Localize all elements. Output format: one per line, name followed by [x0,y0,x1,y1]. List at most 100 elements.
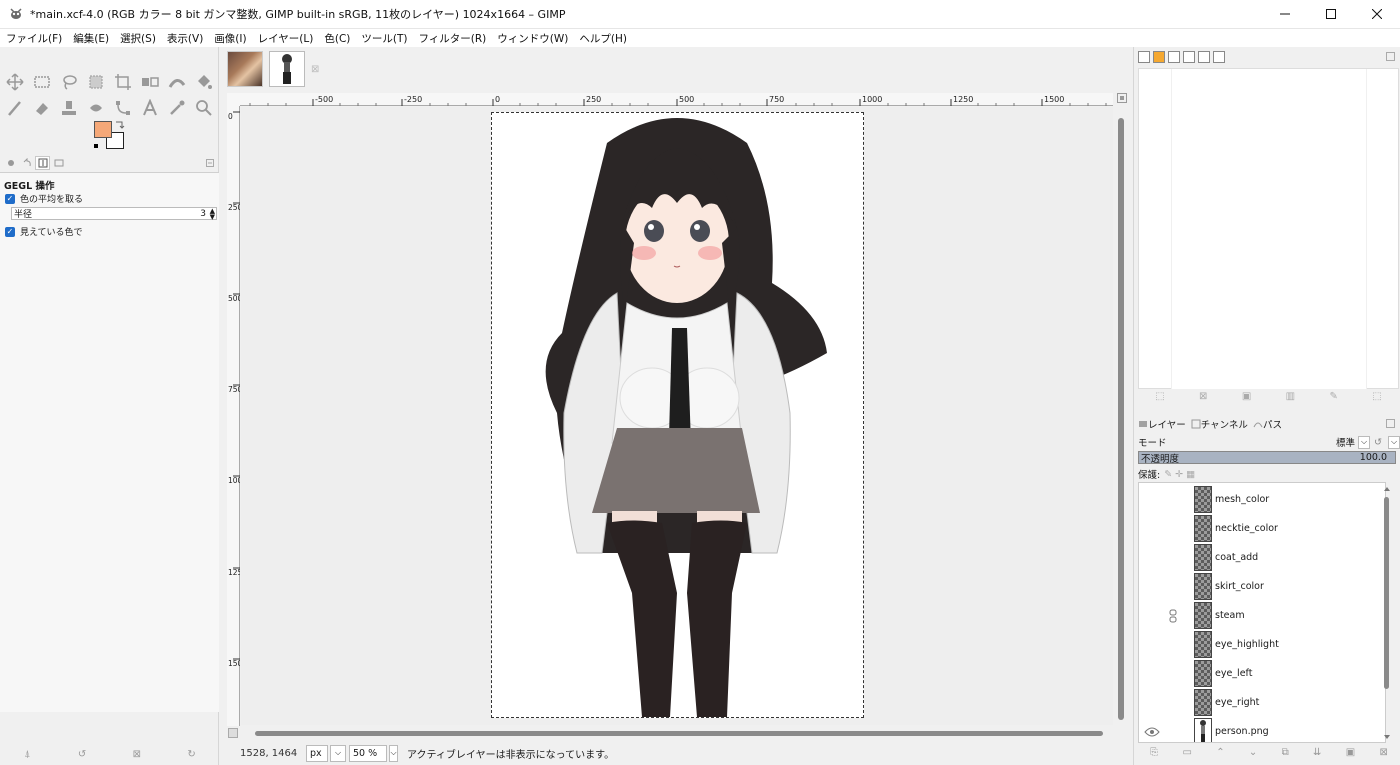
close-image-icon[interactable]: ⊠ [311,64,319,75]
new-layer-group-icon[interactable]: ▭ [1182,747,1191,763]
average-color-checkbox[interactable]: ✓ [5,193,15,204]
images-tab[interactable] [51,156,66,170]
reset-mode-icon[interactable]: ↺ [1374,437,1382,448]
tool-options-tab[interactable] [35,156,50,170]
fuzzy-select-tool[interactable] [85,71,107,93]
tab-paths[interactable]: パス [1263,417,1282,431]
visibility-toggle[interactable] [1144,697,1160,709]
visibility-toggle[interactable] [1144,523,1160,535]
unit-dropdown[interactable]: ⌵ [330,744,346,762]
lock-alpha-icon[interactable]: ▦ [1186,469,1195,480]
delete-options-icon[interactable]: ⊠ [131,748,143,760]
reset-colors-icon[interactable] [94,144,100,150]
layer-row[interactable]: mesh_color [1139,485,1385,514]
horizontal-scrollbar[interactable] [255,731,1103,736]
layer-thumbnail[interactable] [1194,689,1212,716]
sample-merged-option[interactable]: ✓ 見えている色で [5,225,83,238]
merge-layer-icon[interactable]: ⇊ [1313,747,1321,763]
delete-layer-icon[interactable]: ⊠ [1379,747,1387,763]
visibility-toggle[interactable] [1144,610,1160,622]
mask-icon[interactable]: ▣ [1346,747,1355,763]
scroll-down-icon[interactable] [1383,733,1391,741]
menu-windows[interactable]: ウィンドウ(W) [497,31,568,46]
smudge-tool[interactable] [85,97,107,119]
menu-select[interactable]: 選択(S) [120,31,156,46]
eye-icon[interactable] [1144,726,1160,738]
layer-row[interactable]: eye_highlight [1139,630,1385,659]
composite-dropdown[interactable]: ⌵ [1388,435,1400,449]
fonts-tab[interactable] [1168,51,1180,63]
color-picker-tool[interactable] [166,97,188,119]
dock-menu-icon[interactable] [1386,52,1395,61]
radius-spinbox[interactable]: 半径 3 ▲ ▼ [11,207,217,221]
layer-row[interactable]: steam [1139,601,1385,630]
zoom-tool[interactable] [193,97,215,119]
layer-thumbnail[interactable] [1194,718,1212,742]
layer-thumbnail[interactable] [1194,515,1212,542]
dock-menu-icon[interactable] [206,159,214,167]
vertical-scrollbar[interactable] [1118,118,1124,720]
duplicate-resource-icon[interactable]: ▣ [1242,391,1251,407]
visibility-toggle[interactable] [1144,639,1160,651]
menu-image[interactable]: 画像(I) [214,31,246,46]
palettes-tab[interactable] [1213,51,1225,63]
navigate-icon[interactable] [1117,93,1127,103]
path-tool[interactable] [112,97,134,119]
layer-row[interactable]: skirt_color [1139,572,1385,601]
open-resource-icon[interactable]: ⬚ [1372,391,1381,407]
layer-thumbnail[interactable] [1194,486,1212,513]
zoom-select[interactable]: 50 % [349,744,387,762]
layer-row[interactable]: eye_left [1139,659,1385,688]
menu-tools[interactable]: ツール(T) [361,31,407,46]
move-tool[interactable] [4,71,26,93]
layer-row[interactable]: person.png [1139,717,1385,742]
menu-help[interactable]: ヘルプ(H) [579,31,627,46]
refresh-resource-icon[interactable]: ✎ [1330,391,1338,407]
crop-tool[interactable] [112,71,134,93]
patterns-tab[interactable] [1153,51,1165,63]
image-tab-1[interactable] [227,51,263,87]
sample-merged-checkbox[interactable]: ✓ [5,226,15,237]
templates-tab[interactable] [1198,51,1210,63]
lock-position-icon[interactable]: ✛ [1175,469,1183,480]
menu-edit[interactable]: 編集(E) [73,31,109,46]
scroll-up-icon[interactable] [1383,485,1391,493]
visibility-toggle[interactable] [1144,552,1160,564]
visibility-toggle[interactable] [1144,668,1160,680]
mode-select[interactable]: 標準 [1336,435,1355,449]
edit-resource-icon[interactable]: ⬚ [1155,391,1164,407]
menu-filters[interactable]: フィルター(R) [418,31,486,46]
foreground-color[interactable] [94,121,112,138]
quick-mask-icon[interactable] [228,728,238,738]
restore-options-icon[interactable]: ↺ [76,748,88,760]
maximize-button[interactable] [1308,0,1354,29]
chain-link-icon[interactable] [1168,609,1178,623]
lower-layer-icon[interactable]: ⌄ [1249,747,1257,763]
mode-dropdown[interactable]: ⌵ [1358,435,1371,449]
unified-transform-tool[interactable] [139,71,161,93]
delete-resource-icon[interactable]: ▥ [1286,391,1295,407]
close-button[interactable] [1354,0,1400,29]
new-resource-icon[interactable]: ⊠ [1199,391,1207,407]
brushes-tab[interactable] [1138,51,1150,63]
documents-tab[interactable] [1183,51,1195,63]
unit-select[interactable]: px [306,744,328,762]
layer-thumbnail[interactable] [1194,573,1212,600]
menu-view[interactable]: 表示(V) [167,31,203,46]
layers-scrollbar[interactable] [1384,497,1389,689]
dock-menu-icon[interactable] [1386,419,1395,428]
new-layer-icon[interactable]: ⎘ [1150,747,1158,763]
menu-colors[interactable]: 色(C) [324,31,350,46]
vertical-ruler[interactable]: 0 250 500 750 1000 1250 1500 [227,106,247,726]
rect-select-tool[interactable] [31,71,53,93]
minimize-button[interactable] [1262,0,1308,29]
clone-tool[interactable] [58,97,80,119]
free-select-tool[interactable] [58,71,80,93]
spin-arrows-icon[interactable]: ▲ ▼ [210,208,215,221]
menu-layer[interactable]: レイヤー(L) [258,31,314,46]
visibility-toggle[interactable] [1144,581,1160,593]
layer-thumbnail[interactable] [1194,602,1212,629]
eraser-tool[interactable] [31,97,53,119]
layer-row[interactable]: necktie_color [1139,514,1385,543]
duplicate-layer-icon[interactable]: ⧉ [1282,747,1289,763]
